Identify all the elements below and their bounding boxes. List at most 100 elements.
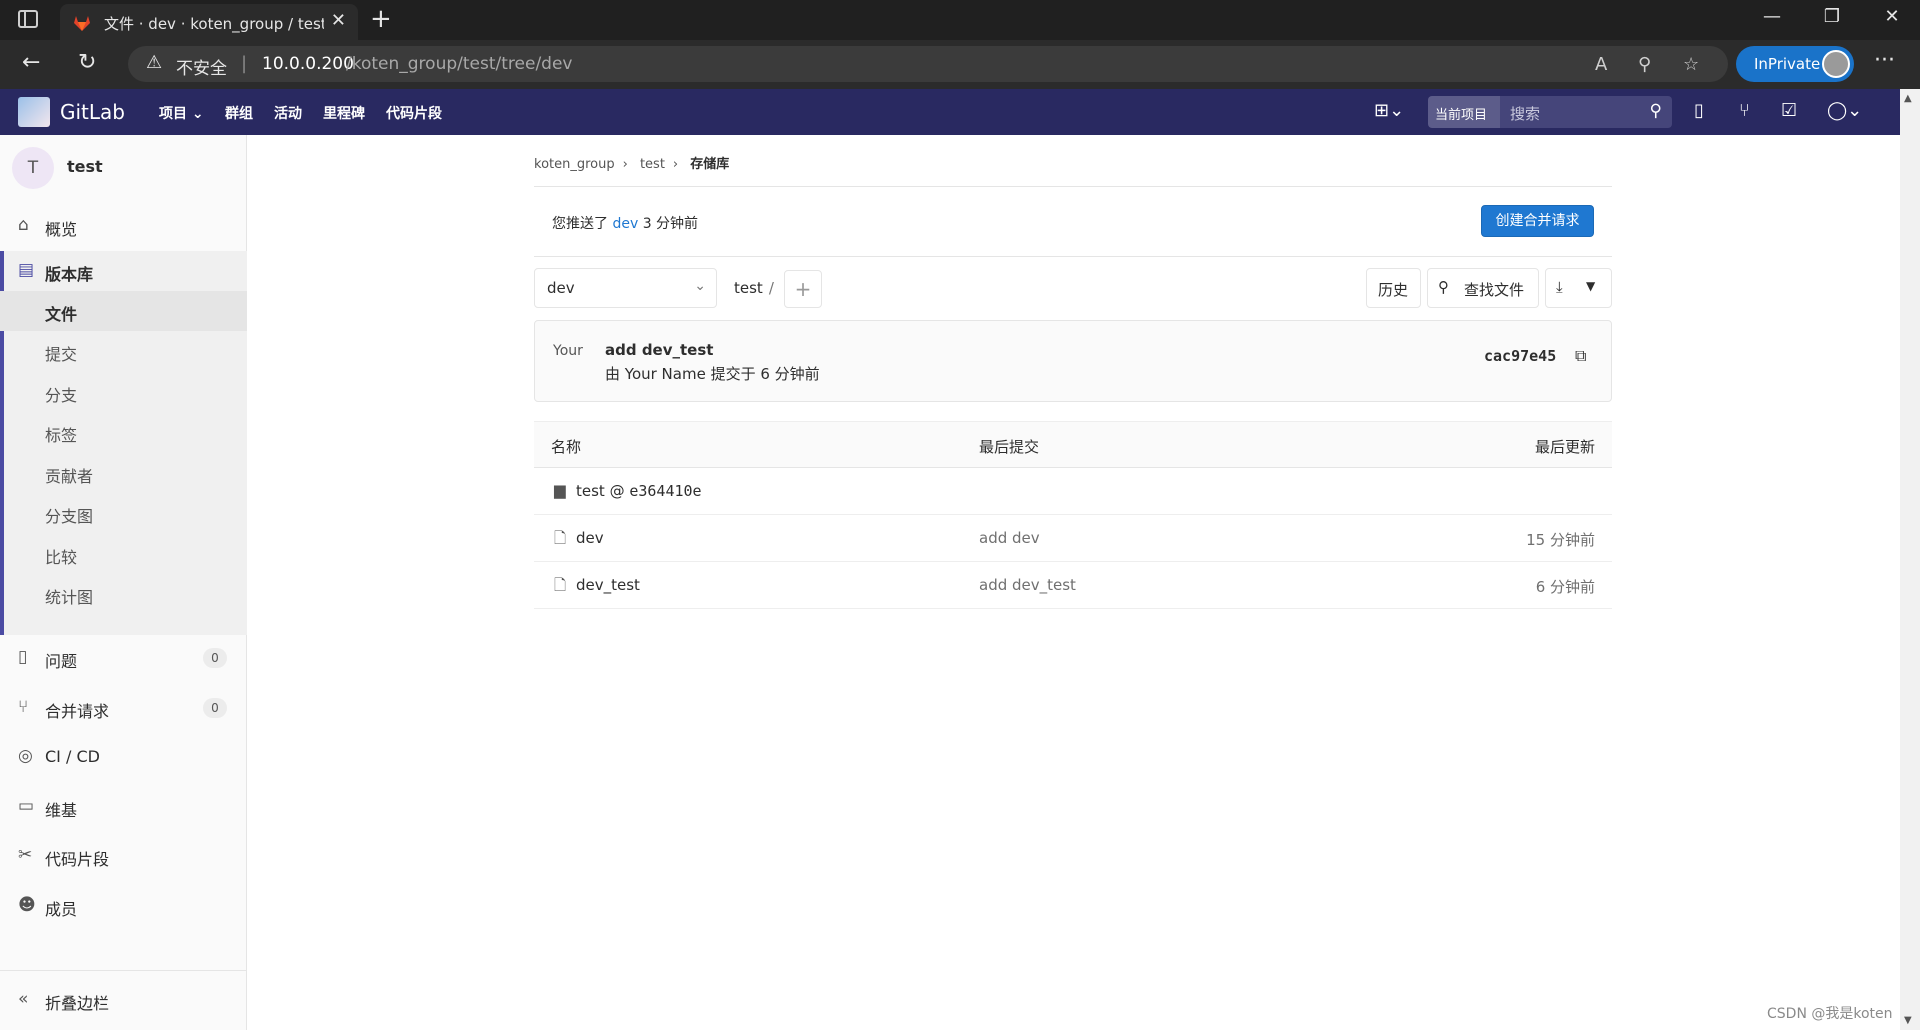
submodule-link[interactable]: test @ e364410e [576, 482, 702, 500]
file-name-link[interactable]: dev [576, 529, 604, 547]
chevron-right-icon: › [672, 157, 679, 172]
zoom-icon[interactable]: ⚲ [1638, 54, 1651, 75]
push-branch-link[interactable]: dev [612, 216, 638, 232]
new-tab-button[interactable]: + [370, 4, 392, 34]
sidebar-subitem-commits[interactable]: 提交 [0, 331, 247, 371]
sidebar-item-repository[interactable]: ▤ 版本库 [4, 251, 251, 291]
minimize-icon[interactable]: — [1752, 6, 1792, 27]
sidebar-item-issues[interactable]: ▯ 问题 0 [0, 638, 247, 678]
copy-icon[interactable]: ⧉ [1575, 346, 1586, 366]
gitlab-logo[interactable] [18, 97, 50, 127]
sidebar-item-cicd[interactable]: ◎ CI / CD [0, 737, 247, 777]
close-window-icon[interactable]: ✕ [1872, 6, 1912, 27]
commit-title[interactable]: add dev_test [605, 341, 713, 359]
browser-tab[interactable]: 文件 · dev · koten_group / test · GitLab ✕ [60, 4, 358, 40]
breadcrumb-project[interactable]: test [640, 157, 665, 172]
favorites-icon[interactable]: ☆ [1683, 54, 1699, 75]
merge-requests-icon[interactable]: ⑂ [1739, 100, 1750, 121]
search-scope[interactable]: 当前项目 [1428, 96, 1500, 128]
commit-sha[interactable]: cac97e45 [1484, 347, 1556, 365]
double-chevron-left-icon: « [18, 989, 29, 1009]
restore-icon[interactable]: ❐ [1812, 6, 1852, 27]
sidebar-subitem-contributors[interactable]: 贡献者 [0, 453, 247, 493]
profile-avatar [1822, 50, 1850, 78]
todos-icon[interactable]: ☑ [1781, 100, 1797, 121]
breadcrumb-group[interactable]: koten_group [534, 157, 615, 172]
tab-close-icon[interactable]: ✕ [331, 10, 346, 31]
push-notice-time: 3 分钟前 [642, 216, 699, 232]
find-file-button[interactable]: ⚲ 查找文件 [1427, 268, 1539, 308]
repo-path: test / [734, 279, 774, 297]
gitlab-brand[interactable]: GitLab [60, 100, 125, 124]
read-aloud-icon[interactable]: A [1595, 54, 1607, 75]
sidebar-section-repository: ▤ 版本库 文件 提交 分支 标签 贡献者 分支图 比较 统计图 [0, 251, 247, 635]
table-header: 名称 最后提交 最后更新 [534, 421, 1612, 468]
sidebar-subitem-graph[interactable]: 分支图 [0, 493, 247, 533]
sidebar-subitem-charts[interactable]: 统计图 [0, 574, 247, 614]
url-field[interactable]: ⚠ 不安全 | 10.0.0.200 /koten_group/test/tre… [128, 46, 1728, 82]
nav-milestones[interactable]: 里程碑 [323, 103, 365, 123]
sidebar-subitem-tags[interactable]: 标签 [0, 412, 247, 452]
sidebar-item-wiki[interactable]: ▭ 维基 [0, 787, 247, 827]
sidebar-item-merge-requests[interactable]: ⑂ 合并请求 0 [0, 688, 247, 728]
new-item-icon[interactable]: ⊞⌄ [1374, 100, 1404, 121]
column-header-name: 名称 [551, 438, 582, 456]
url-host: 10.0.0.200 [262, 54, 354, 74]
nav-snippets[interactable]: 代码片段 [386, 103, 442, 123]
sidebar-item-members[interactable]: ☻ 成员 [0, 886, 247, 926]
branch-select-value: dev [547, 279, 575, 297]
users-icon: ☻ [18, 895, 36, 915]
project-avatar[interactable]: T [12, 147, 54, 189]
nav-activity[interactable]: 活动 [274, 103, 302, 123]
branch-select[interactable]: dev ⌄ [534, 268, 717, 308]
refresh-icon[interactable]: ↻ [78, 50, 96, 75]
user-avatar-icon[interactable]: ◯⌄ [1827, 100, 1862, 121]
sidebar-item-snippets[interactable]: ✂ 代码片段 [0, 836, 247, 876]
breadcrumb-current[interactable]: 存储库 [690, 157, 729, 172]
browser-tab-bar: 文件 · dev · koten_group / test · GitLab ✕… [0, 0, 1920, 40]
nav-groups[interactable]: 群组 [225, 103, 253, 123]
table-row: 🗋 dev add dev 15 分钟前 [534, 515, 1612, 562]
sidebar-item-label: 概览 [45, 220, 78, 239]
sidebar-subitem-label: 比较 [45, 548, 78, 567]
watermark: CSDN @我是koten [1767, 1006, 1893, 1022]
scroll-down-icon[interactable]: ▼ [1904, 1015, 1912, 1026]
project-sidebar: T test ⌂ 概览 ▤ 版本库 文件 提交 分支 标签 贡献者 分支图 比较 [0, 135, 247, 1030]
sidebar-item-label: 版本库 [45, 265, 94, 284]
repo-path-root[interactable]: test [734, 279, 763, 297]
scrollbar[interactable]: ▲ ▼ [1900, 89, 1920, 1030]
search-input[interactable]: 搜索 ⚲ [1500, 96, 1672, 128]
scroll-up-icon[interactable]: ▲ [1904, 93, 1912, 104]
tab-actions-icon[interactable] [18, 10, 38, 28]
file-name-link[interactable]: dev_test [576, 576, 640, 594]
sidebar-subitem-files[interactable]: 文件 [0, 291, 247, 331]
search-icon: ⚲ [1649, 101, 1662, 121]
warning-icon[interactable]: ⚠ [146, 52, 162, 73]
project-name[interactable]: test [67, 157, 103, 176]
issues-icon[interactable]: ▯ [1694, 100, 1704, 121]
sidebar-subitem-compare[interactable]: 比较 [0, 534, 247, 574]
more-icon[interactable]: ··· [1874, 48, 1895, 73]
commit-author-avatar[interactable]: Your [553, 343, 583, 359]
back-icon[interactable]: ← [22, 50, 40, 75]
collapse-sidebar-button[interactable]: « 折叠边栏 [0, 970, 247, 1030]
file-commit-link[interactable]: add dev [979, 529, 1040, 547]
sidebar-subitem-branches[interactable]: 分支 [0, 372, 247, 412]
chevron-down-icon: ⌄ [694, 278, 706, 294]
find-file-label: 查找文件 [1464, 281, 1525, 299]
nav-projects[interactable]: 项目 ⌄ [159, 103, 204, 123]
tab-title: 文件 · dev · koten_group / test · GitLab [104, 15, 324, 33]
search-icon: ⚲ [1438, 278, 1449, 296]
file-icon: 🗋 [554, 576, 567, 594]
divider [534, 186, 1612, 187]
sidebar-item-overview[interactable]: ⌂ 概览 [0, 206, 247, 246]
history-button[interactable]: 历史 [1366, 268, 1421, 308]
chevron-right-icon: › [622, 157, 628, 172]
download-dropdown-button[interactable]: ⤓ ▼ [1545, 268, 1612, 308]
last-commit-box: Your add dev_test 由 Your Name 提交于 6 分钟前 … [534, 320, 1612, 402]
create-merge-request-button[interactable]: 创建合并请求 [1481, 205, 1594, 237]
add-to-tree-button[interactable]: + [784, 270, 822, 308]
inprivate-button[interactable]: InPrivate [1736, 46, 1854, 82]
file-commit-link[interactable]: add dev_test [979, 576, 1076, 594]
archive-icon: ▆ [554, 481, 566, 499]
